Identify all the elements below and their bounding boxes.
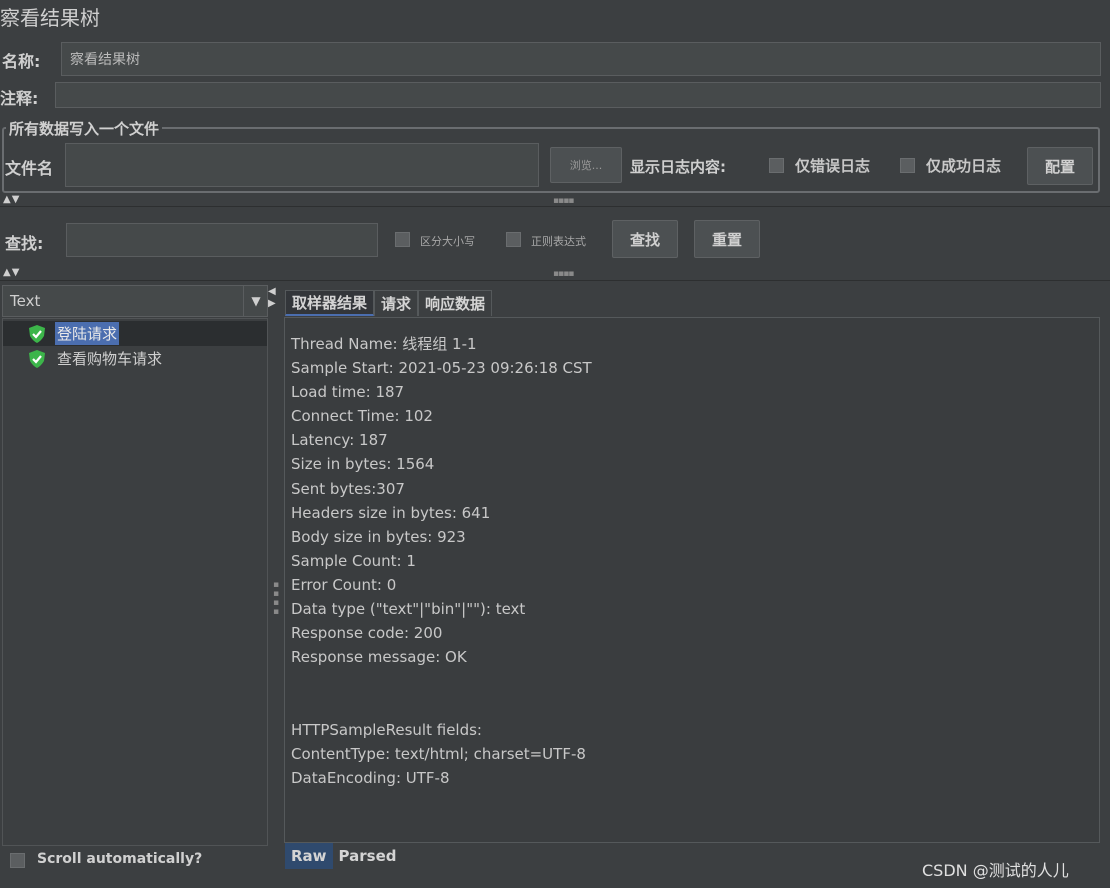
- file-section-legend: 所有数据写入一个文件: [6, 118, 163, 139]
- result-line: Connect Time: 102: [291, 407, 433, 426]
- sampler-result-panel: Thread Name: 线程组 1-1 Sample Start: 2021-0…: [284, 317, 1100, 843]
- name-input[interactable]: 察看结果树: [61, 42, 1101, 76]
- errors-only-label: 仅错误日志: [795, 157, 871, 175]
- result-tree: 登陆请求查看购物车请求: [2, 318, 268, 846]
- view-tabs: Raw Parsed: [285, 843, 402, 869]
- vertical-splitter-grip-icon[interactable]: ▪▪▪▪: [271, 580, 281, 616]
- renderer-select-value: Text: [10, 292, 41, 310]
- name-label: 名称:: [2, 52, 41, 71]
- result-line: Sample Count: 1: [291, 551, 416, 570]
- tab-raw[interactable]: Raw: [285, 843, 333, 869]
- result-tabs: 取样器结果 请求 响应数据: [285, 290, 493, 316]
- comment-label: 注释:: [0, 89, 39, 108]
- search-input[interactable]: [66, 223, 378, 257]
- regex-checkbox[interactable]: [506, 232, 521, 247]
- collapse-arrows-icon[interactable]: ▲▼: [3, 267, 20, 278]
- watermark: CSDN @测试的人儿: [922, 861, 1069, 880]
- case-sensitive-label: 区分大小写: [420, 235, 475, 248]
- browse-button[interactable]: 浏览...: [550, 147, 622, 183]
- regex-label: 正则表达式: [531, 235, 586, 248]
- tree-item-label: 查看购物车请求: [57, 350, 163, 368]
- log-content-label: 显示日志内容:: [630, 158, 726, 176]
- result-line: Response code: 200: [291, 624, 443, 643]
- result-line: [291, 693, 592, 717]
- result-line: Body size in bytes: 923: [291, 527, 466, 546]
- reset-button[interactable]: 重置: [694, 220, 760, 258]
- filename-label: 文件名: [5, 159, 54, 178]
- tree-item-label: 登陆请求: [55, 322, 120, 345]
- scroll-auto-checkbox[interactable]: [10, 853, 25, 868]
- result-line: Size in bytes: 1564: [291, 455, 435, 474]
- chevron-down-icon[interactable]: ▼: [243, 286, 268, 316]
- success-only-checkbox[interactable]: [900, 158, 915, 173]
- result-line: Sample Start: 2021-05-23 09:26:18 CST: [291, 359, 592, 378]
- search-button[interactable]: 查找: [612, 220, 678, 258]
- result-line: Data type ("text"|"bin"|""): text: [291, 600, 526, 619]
- splitter-grip-icon[interactable]: ▪▪▪▪: [553, 269, 574, 279]
- collapse-arrows-icon[interactable]: ▲▼: [3, 194, 20, 205]
- tree-item[interactable]: 登陆请求: [3, 321, 267, 346]
- divider: [0, 206, 1110, 207]
- splitter-arrows-icon[interactable]: ◀ ▶: [268, 286, 276, 310]
- shield-check-icon: [27, 324, 47, 344]
- result-line: DataEncoding: UTF-8: [291, 768, 450, 787]
- errors-only-checkbox[interactable]: [769, 158, 784, 173]
- search-label: 查找:: [5, 234, 44, 253]
- result-line: ContentType: text/html; charset=UTF-8: [291, 744, 586, 763]
- result-line: Error Count: 0: [291, 575, 397, 594]
- case-sensitive-checkbox[interactable]: [395, 232, 410, 247]
- success-only-label: 仅成功日志: [926, 157, 1002, 175]
- result-line: Headers size in bytes: 641: [291, 503, 491, 522]
- shield-check-icon: [27, 349, 47, 369]
- scroll-auto-label: Scroll automatically?: [37, 851, 203, 867]
- comment-input[interactable]: [55, 82, 1101, 108]
- tab-parsed[interactable]: Parsed: [333, 843, 403, 869]
- filename-input[interactable]: [65, 143, 539, 187]
- divider: [0, 280, 1110, 281]
- splitter-grip-icon[interactable]: ▪▪▪▪: [553, 196, 574, 206]
- renderer-select[interactable]: Text ▼: [2, 285, 268, 317]
- result-line: HTTPSampleResult fields:: [291, 720, 482, 739]
- window-title: 察看结果树: [0, 6, 100, 30]
- result-line: [291, 669, 592, 693]
- result-line: Sent bytes:307: [291, 479, 405, 498]
- result-line: Latency: 187: [291, 431, 388, 450]
- result-line: Response message: OK: [291, 648, 467, 667]
- result-line: Thread Name: 线程组 1-1: [291, 335, 477, 353]
- result-line: Load time: 187: [291, 383, 405, 402]
- tab-request[interactable]: 请求: [374, 290, 419, 316]
- tab-response-data[interactable]: 响应数据: [418, 290, 493, 316]
- tab-sampler-result[interactable]: 取样器结果: [285, 290, 375, 316]
- tree-item[interactable]: 查看购物车请求: [3, 346, 267, 371]
- config-button[interactable]: 配置: [1027, 147, 1093, 185]
